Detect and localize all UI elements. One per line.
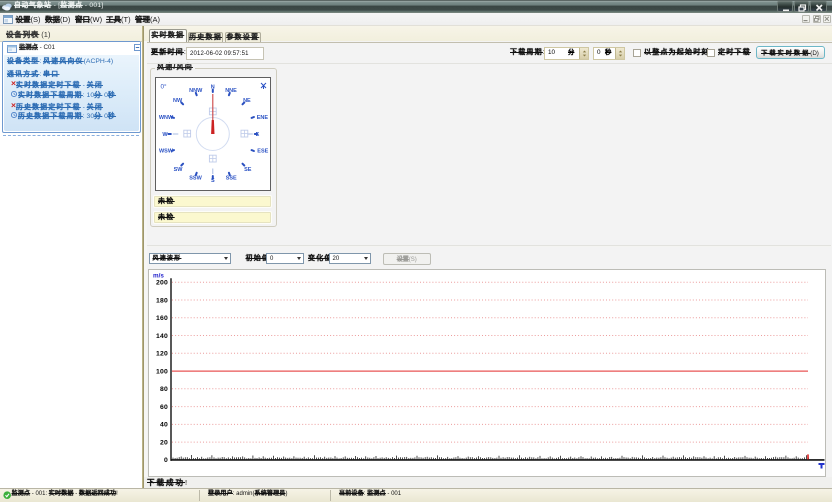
svg-text:ENE: ENE	[257, 115, 269, 121]
svg-text:SSE: SSE	[226, 175, 237, 181]
svg-text:SE: SE	[244, 167, 252, 173]
svg-text:120: 120	[156, 350, 168, 357]
svg-text:100: 100	[156, 368, 168, 375]
svg-text:180: 180	[156, 297, 168, 304]
svg-text:60: 60	[160, 403, 168, 410]
svg-text:0: 0	[164, 457, 168, 464]
svg-text:E: E	[256, 132, 260, 138]
svg-text:140: 140	[156, 332, 168, 339]
svg-text:20: 20	[160, 439, 168, 446]
svg-text:NNE: NNE	[225, 88, 237, 94]
svg-text:WNW: WNW	[159, 115, 174, 121]
svg-text:W: W	[162, 132, 168, 138]
svg-text:m/s: m/s	[153, 272, 164, 279]
svg-text:SW: SW	[174, 167, 184, 173]
svg-text:NE: NE	[243, 98, 251, 104]
svg-text:160: 160	[156, 315, 168, 322]
svg-text:SSW: SSW	[189, 175, 202, 181]
svg-text:40: 40	[160, 421, 168, 428]
svg-text:ESE: ESE	[257, 149, 268, 155]
svg-text:0°: 0°	[161, 83, 168, 91]
svg-text:WSW: WSW	[159, 149, 174, 155]
svg-text:200: 200	[156, 279, 168, 286]
svg-text:NNW: NNW	[189, 88, 203, 94]
svg-text:S: S	[211, 178, 215, 184]
svg-text:N: N	[211, 85, 215, 91]
svg-text:80: 80	[160, 386, 168, 393]
svg-text:NW: NW	[173, 98, 183, 104]
